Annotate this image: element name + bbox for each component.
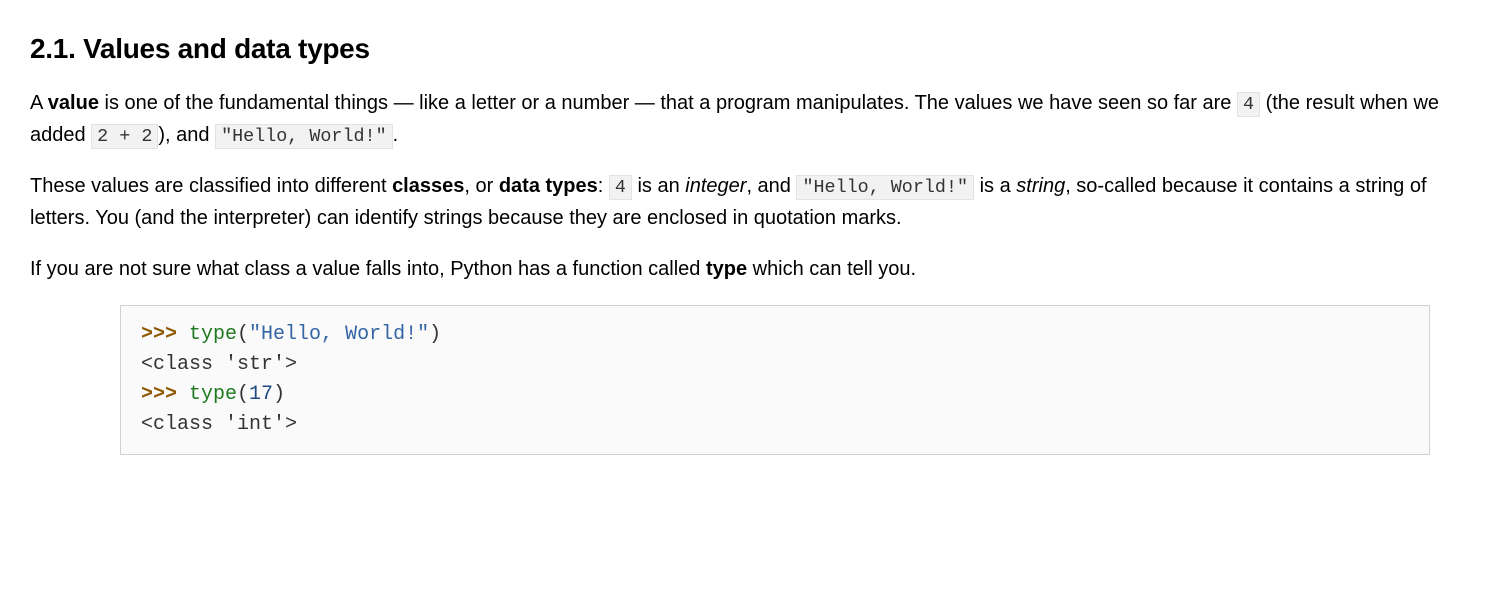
text: is an <box>632 175 685 197</box>
inline-code-hello-world: "Hello, World!" <box>215 124 393 149</box>
code-pre: >>> type("Hello, World!") <class 'str'> … <box>141 320 1409 440</box>
text: ), and <box>158 124 215 146</box>
italic-integer: integer <box>685 175 746 197</box>
inline-code-4: 4 <box>609 175 632 200</box>
repl-prompt: >>> <box>141 383 189 406</box>
text: is one of the fundamental things — like … <box>99 92 1237 114</box>
paragraph-2: These values are classified into differe… <box>30 171 1462 234</box>
repl-output: <class 'str'> <box>141 353 297 376</box>
italic-string: string <box>1016 175 1065 197</box>
repl-builtin-type: type <box>189 383 237 406</box>
bold-classes: classes <box>392 175 464 197</box>
section-heading: 2.1. Values and data types <box>30 28 1462 70</box>
text: : <box>598 175 609 197</box>
text: . <box>393 124 399 146</box>
repl-punct: ) <box>429 323 441 346</box>
text: , or <box>464 175 498 197</box>
bold-data-types: data types <box>499 175 598 197</box>
paragraph-3: If you are not sure what class a value f… <box>30 254 1462 285</box>
repl-punct: ( <box>237 323 249 346</box>
repl-punct: ( <box>237 383 249 406</box>
code-block-repl: >>> type("Hello, World!") <class 'str'> … <box>120 305 1430 455</box>
text: which can tell you. <box>747 258 916 280</box>
inline-code-4: 4 <box>1237 92 1260 117</box>
repl-number: 17 <box>249 383 273 406</box>
text: is a <box>974 175 1016 197</box>
inline-code-hello-world: "Hello, World!" <box>796 175 974 200</box>
repl-string: "Hello, World!" <box>249 323 429 346</box>
text: A <box>30 92 48 114</box>
repl-prompt: >>> <box>141 323 189 346</box>
inline-code-2plus2: 2 + 2 <box>91 124 158 149</box>
text: , and <box>746 175 796 197</box>
text: These values are classified into differe… <box>30 175 392 197</box>
repl-punct: ) <box>273 383 285 406</box>
paragraph-1: A value is one of the fundamental things… <box>30 88 1462 151</box>
repl-builtin-type: type <box>189 323 237 346</box>
text: If you are not sure what class a value f… <box>30 258 706 280</box>
repl-output: <class 'int'> <box>141 413 297 436</box>
bold-value: value <box>48 92 99 114</box>
bold-type: type <box>706 258 747 280</box>
